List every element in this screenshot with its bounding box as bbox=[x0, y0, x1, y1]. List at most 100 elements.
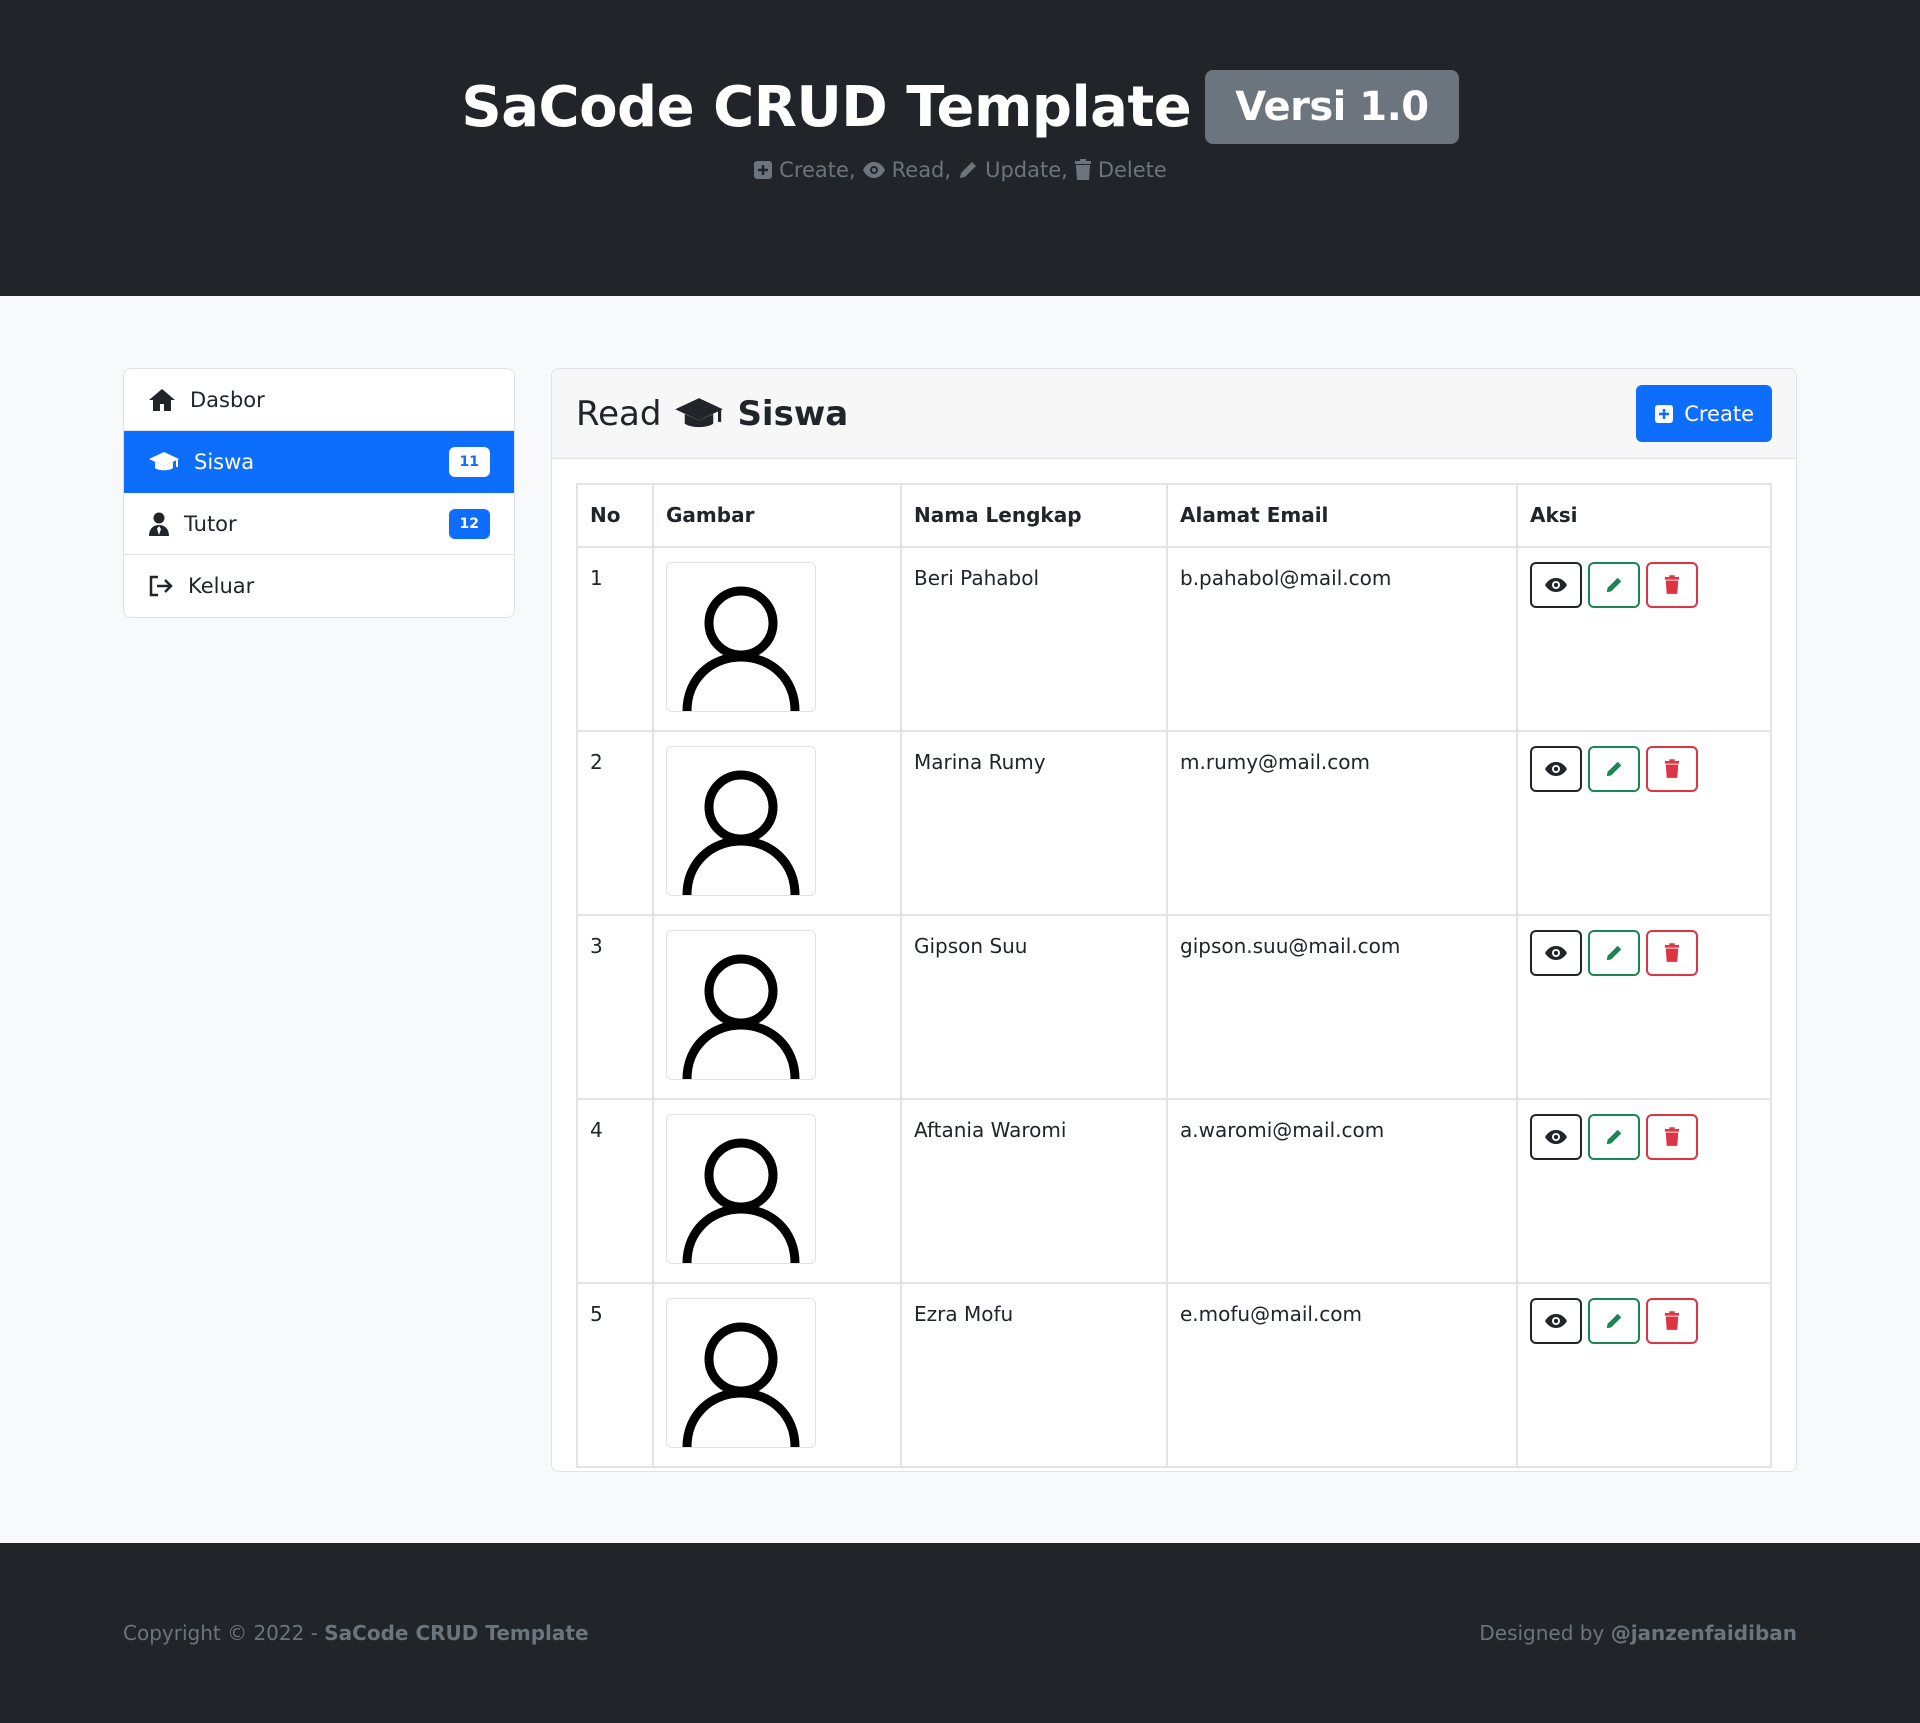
cell-aksi bbox=[1516, 914, 1772, 1100]
user-outline-icon bbox=[682, 954, 800, 1079]
avatar bbox=[666, 1114, 816, 1264]
designer-link[interactable]: @janzenfaidiban bbox=[1611, 1621, 1797, 1645]
avatar bbox=[666, 746, 816, 896]
page-title: SaCode CRUD Template bbox=[461, 74, 1192, 140]
sidebar-item-tutor[interactable]: Tutor 12 bbox=[124, 493, 514, 555]
user-outline-icon bbox=[682, 1322, 800, 1447]
card-title-entity: Siswa bbox=[737, 393, 849, 434]
column-header-email: Alamat Email bbox=[1166, 483, 1518, 548]
graduation-cap-icon bbox=[675, 397, 724, 427]
row-actions bbox=[1530, 1298, 1758, 1344]
column-header-gambar: Gambar bbox=[652, 483, 902, 548]
cell-no: 2 bbox=[576, 730, 654, 916]
view-button[interactable] bbox=[1530, 930, 1582, 976]
delete-button[interactable] bbox=[1646, 930, 1698, 976]
delete-button[interactable] bbox=[1646, 1298, 1698, 1344]
sidebar-item-siswa[interactable]: Siswa 11 bbox=[124, 431, 514, 493]
crud-subtitle: Create, Read, Update, Delete bbox=[0, 158, 1920, 182]
main-content: Dasbor Siswa 11 Tutor 12 Keluar Read Sis… bbox=[0, 296, 1920, 1543]
edit-button[interactable] bbox=[1588, 746, 1640, 792]
avatar bbox=[666, 1298, 816, 1448]
avatar bbox=[666, 562, 816, 712]
cell-gambar bbox=[652, 1098, 902, 1284]
pencil-icon bbox=[1606, 945, 1622, 961]
avatar bbox=[666, 930, 816, 1080]
table-row: 2 Marina Rumy m.rumy@mail.com bbox=[576, 730, 1772, 916]
page-header: SaCode CRUD Template Versi 1.0 Create, R… bbox=[0, 0, 1920, 296]
pencil-icon bbox=[1606, 1313, 1622, 1329]
copyright-brand: SaCode CRUD Template bbox=[324, 1621, 589, 1645]
sidebar: Dasbor Siswa 11 Tutor 12 Keluar bbox=[123, 368, 515, 618]
row-actions bbox=[1530, 930, 1758, 976]
designed-by: Designed by @janzenfaidiban bbox=[1479, 1621, 1797, 1645]
edit-button[interactable] bbox=[1588, 930, 1640, 976]
table-row: 3 Gipson Suu gipson.suu@mail.com bbox=[576, 914, 1772, 1100]
eye-icon bbox=[1545, 578, 1567, 592]
trash-icon bbox=[1664, 1311, 1680, 1330]
sidebar-item-label: Keluar bbox=[188, 574, 255, 598]
designed-prefix: Designed by bbox=[1479, 1621, 1605, 1645]
row-actions bbox=[1530, 562, 1758, 608]
card-header: Read Siswa Create bbox=[552, 369, 1796, 459]
count-badge: 12 bbox=[448, 508, 490, 539]
trash-icon bbox=[1664, 759, 1680, 778]
eye-icon bbox=[1545, 1130, 1567, 1144]
sidebar-item-label: Siswa bbox=[194, 449, 255, 474]
delete-button[interactable] bbox=[1646, 1114, 1698, 1160]
copyright: Copyright © 2022 - SaCode CRUD Template bbox=[123, 1621, 589, 1645]
cell-gambar bbox=[652, 914, 902, 1100]
house-icon bbox=[149, 388, 175, 411]
page-footer: Copyright © 2022 - SaCode CRUD Template … bbox=[0, 1543, 1920, 1723]
table-row: 5 Ezra Mofu e.mofu@mail.com bbox=[576, 1282, 1772, 1468]
cell-email: a.waromi@mail.com bbox=[1166, 1098, 1518, 1284]
plus-square-icon bbox=[1655, 404, 1674, 423]
card-title-prefix: Read bbox=[576, 393, 662, 434]
view-button[interactable] bbox=[1530, 1298, 1582, 1344]
cell-gambar bbox=[652, 546, 902, 732]
delete-button[interactable] bbox=[1646, 746, 1698, 792]
table-row: 1 Beri Pahabol b.pahabol@mail.com bbox=[576, 546, 1772, 732]
subtitle-create: Create, bbox=[779, 158, 856, 182]
row-actions bbox=[1530, 746, 1758, 792]
cell-gambar bbox=[652, 1282, 902, 1468]
create-button[interactable]: Create bbox=[1636, 385, 1772, 442]
trash-icon bbox=[1664, 1127, 1680, 1146]
edit-button[interactable] bbox=[1588, 1114, 1640, 1160]
pencil-icon bbox=[1606, 1129, 1622, 1145]
view-button[interactable] bbox=[1530, 1114, 1582, 1160]
subtitle-delete: Delete bbox=[1097, 158, 1167, 182]
sidebar-item-dasbor[interactable]: Dasbor bbox=[124, 369, 514, 431]
copyright-prefix: Copyright © 2022 - bbox=[123, 1621, 318, 1645]
eye-icon bbox=[1545, 946, 1567, 960]
cell-aksi bbox=[1516, 1098, 1772, 1284]
cell-nama: Aftania Waromi bbox=[900, 1098, 1168, 1284]
cell-email: b.pahabol@mail.com bbox=[1166, 546, 1518, 732]
cell-no: 3 bbox=[576, 914, 654, 1100]
column-header-aksi: Aksi bbox=[1516, 483, 1772, 548]
eye-icon bbox=[1545, 1314, 1567, 1328]
edit-button[interactable] bbox=[1588, 1298, 1640, 1344]
table-row: 4 Aftania Waromi a.waromi@mail.com bbox=[576, 1098, 1772, 1284]
cell-nama: Beri Pahabol bbox=[900, 546, 1168, 732]
subtitle-read: Read, bbox=[891, 158, 952, 182]
table-header-row: No Gambar Nama Lengkap Alamat Email Aksi bbox=[576, 483, 1772, 548]
user-outline-icon bbox=[682, 770, 800, 895]
column-header-no: No bbox=[576, 483, 654, 548]
trash-icon bbox=[1664, 943, 1680, 962]
sidebar-item-label: Dasbor bbox=[190, 387, 265, 412]
plus-square-icon bbox=[754, 161, 773, 179]
sidebar-item-label: Tutor bbox=[184, 511, 237, 536]
sidebar-item-keluar[interactable]: Keluar bbox=[124, 555, 514, 617]
delete-button[interactable] bbox=[1646, 562, 1698, 608]
edit-button[interactable] bbox=[1588, 562, 1640, 608]
cell-no: 5 bbox=[576, 1282, 654, 1468]
cell-no: 4 bbox=[576, 1098, 654, 1284]
cell-email: m.rumy@mail.com bbox=[1166, 730, 1518, 916]
cell-gambar bbox=[652, 730, 902, 916]
view-button[interactable] bbox=[1530, 562, 1582, 608]
cell-aksi bbox=[1516, 730, 1772, 916]
page-title-row: SaCode CRUD Template Versi 1.0 bbox=[461, 70, 1459, 144]
view-button[interactable] bbox=[1530, 746, 1582, 792]
cell-email: gipson.suu@mail.com bbox=[1166, 914, 1518, 1100]
cell-aksi bbox=[1516, 546, 1772, 732]
